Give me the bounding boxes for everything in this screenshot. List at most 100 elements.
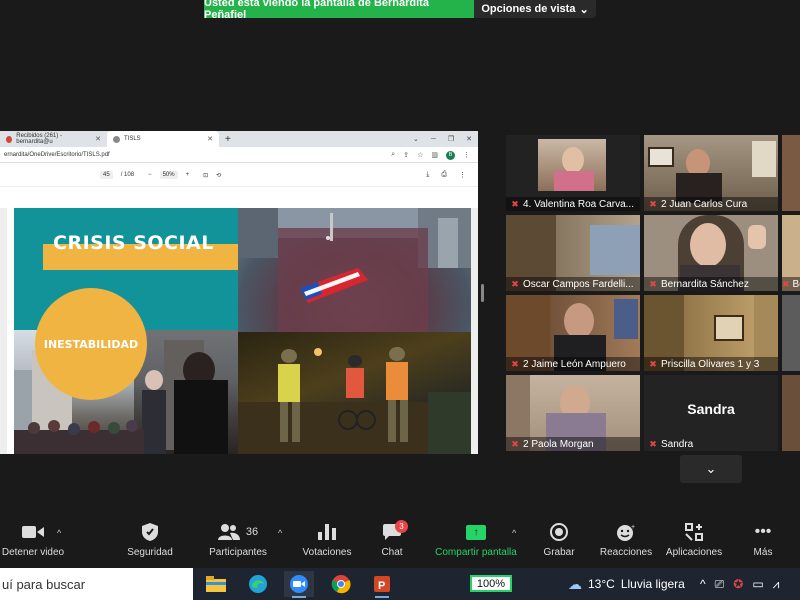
share-icon[interactable]: ⇪ (403, 151, 409, 159)
bar-chart-icon (318, 520, 336, 544)
participant-tile-active-speaker[interactable]: ✖ Bernardita Sánchez (644, 215, 778, 291)
screen-share-banner: Usted está viendo la pantalla de Bernard… (204, 0, 596, 21)
participant-tile[interactable]: ✖ Priscilla Olivares 1 y 3 (644, 295, 778, 371)
browser-tab-mail[interactable]: Recibidos (261) - bernardita@u ✕ (0, 131, 107, 147)
chat-label: Chat (381, 547, 403, 558)
shared-screen[interactable]: Recibidos (261) - bernardita@u ✕ TISLS ✕… (0, 131, 478, 454)
participant-tile[interactable] (782, 295, 800, 371)
chevron-down-icon: ⌄ (705, 461, 717, 476)
wifi-icon[interactable]: ⩘ (773, 577, 780, 592)
battery-percentage: 100% (476, 577, 506, 590)
record-button[interactable]: Grabar (538, 520, 580, 568)
participant-video (782, 295, 800, 371)
star-icon[interactable]: ☆ (417, 151, 423, 159)
more-button[interactable]: ••• Más (748, 520, 778, 568)
minimize-icon[interactable]: ─ (431, 136, 436, 143)
search-icon[interactable]: ⌕ (391, 151, 395, 159)
address-bar[interactable]: ernardita/OneDrive/Escritorio/TISLS.pdf … (0, 147, 478, 163)
address-bar-icons: ⌕ ⇪ ☆ ▥ B ⋮ (391, 147, 470, 163)
soldiers-night-photo (238, 332, 471, 454)
security-alert-icon[interactable]: ✪ (733, 577, 743, 591)
security-button[interactable]: Seguridad (120, 520, 180, 568)
zoom-level-input[interactable]: 50% (159, 171, 178, 179)
weather-widget[interactable]: ☁ 13°C Lluvia ligera (568, 568, 685, 600)
reactions-label: Reacciones (599, 547, 653, 558)
participant-tile[interactable]: ✖ 2 Paola Morgan (506, 375, 640, 451)
participant-tile[interactable]: ✖ Oscar Campos Fardelli... (506, 215, 640, 291)
zoom-out-icon[interactable]: − (148, 172, 152, 178)
participants-options-caret-icon[interactable]: ^ (278, 528, 282, 538)
protest-crowd-photo (238, 208, 471, 332)
share-screen-button[interactable]: ↑ Compartir pantalla (430, 520, 522, 568)
gallery-next-page-button[interactable]: ⌄ (680, 455, 742, 483)
chevron-up-icon[interactable]: ^ (700, 577, 706, 591)
share-screen-icon: ↑ (466, 520, 486, 544)
windows-taskbar: uí para buscar P 100% ☁ 13°C Lluvia lige… (0, 568, 800, 600)
chrome-browser-icon[interactable] (326, 571, 356, 597)
taskbar-search-input[interactable]: uí para buscar (0, 568, 193, 600)
battery-indicator[interactable]: 100% (470, 575, 512, 592)
participant-name: 2 Paola Morgan (523, 438, 594, 450)
kebab-menu-icon[interactable]: ⋮ (459, 171, 466, 179)
participant-name: 2 Jaime León Ampuero (523, 358, 626, 370)
view-options-button[interactable]: Opciones de vista ⌄ (474, 0, 596, 18)
rotate-icon[interactable]: ⟲ (216, 172, 221, 179)
view-options-label: Opciones de vista (481, 3, 576, 15)
battery-icon[interactable]: ▭ (752, 577, 763, 591)
video-options-caret-icon[interactable]: ^ (57, 528, 61, 538)
reactions-button[interactable]: + Reacciones (598, 520, 654, 568)
participants-label: Participantes (209, 547, 267, 558)
kebab-menu-icon[interactable]: ⋮ (463, 151, 470, 159)
file-explorer-icon[interactable] (201, 571, 231, 597)
participants-button[interactable]: 36 Participantes (204, 520, 272, 568)
microphone-muted-icon: ✖ (782, 278, 790, 289)
participant-tile[interactable]: Sandra ✖ Sandra (644, 375, 778, 451)
participant-tile[interactable]: ✖ 4. Valentina Roa Carva... (506, 135, 640, 211)
shield-icon (142, 520, 158, 544)
split-view-handle[interactable] (481, 284, 484, 302)
crowd-illustration (238, 208, 471, 332)
camera-privacy-icon[interactable]: ⎚ (715, 577, 725, 592)
participant-tile[interactable] (782, 135, 800, 211)
close-icon[interactable]: ✕ (95, 135, 101, 143)
fit-page-icon[interactable]: ⊡ (203, 172, 208, 179)
microphone-muted-icon: ✖ (649, 198, 657, 209)
smiley-icon: + (616, 520, 636, 544)
chevron-down-icon[interactable]: ⌄ (413, 135, 419, 143)
participant-name: Be (792, 278, 800, 290)
maximize-icon[interactable]: ❐ (448, 135, 454, 143)
sharing-status-text: Usted está viendo la pantalla de Bernard… (204, 0, 474, 21)
participant-tile[interactable]: ✖ 2 Juan Carlos Cura (644, 135, 778, 211)
zoom-in-icon[interactable]: + (186, 172, 190, 178)
slide-circle-text: INESTABILIDAD (43, 337, 139, 351)
chat-unread-badge: 3 (395, 520, 408, 533)
sidepanel-icon[interactable]: ▥ (431, 151, 438, 159)
participant-tile[interactable]: ✖Be (782, 215, 800, 291)
weather-description: Lluvia ligera (620, 577, 685, 591)
new-tab-button[interactable]: + (219, 131, 237, 147)
chat-button[interactable]: 3 Chat (372, 520, 412, 568)
zoom-app-icon[interactable] (284, 571, 314, 598)
profile-avatar[interactable]: B (446, 150, 455, 160)
pdf-scrollbar[interactable] (471, 208, 478, 454)
participant-tile[interactable] (782, 375, 800, 451)
close-icon[interactable]: ✕ (466, 135, 472, 143)
apps-button[interactable]: Aplicaciones (662, 520, 726, 568)
search-placeholder: uí para buscar (2, 576, 86, 592)
powerpoint-icon[interactable]: P (367, 571, 397, 598)
participant-name: 4. Valentina Roa Carva... (523, 198, 634, 210)
browser-tab-pdf[interactable]: TISLS ✕ (107, 131, 219, 147)
download-icon[interactable]: ⤓ (426, 171, 429, 179)
edge-browser-icon[interactable] (243, 571, 273, 597)
share-screen-label: Compartir pantalla (435, 547, 517, 558)
participant-tile[interactable]: ✖ 2 Jaime León Ampuero (506, 295, 640, 371)
mail-favicon-icon (6, 135, 13, 143)
pdf-thumbnail-strip[interactable] (0, 208, 7, 454)
share-options-caret-icon[interactable]: ^ (512, 528, 516, 538)
more-label: Más (753, 547, 773, 558)
print-icon[interactable]: ⎙ (441, 171, 447, 179)
close-icon[interactable]: ✕ (207, 135, 213, 143)
polls-button[interactable]: Votaciones (298, 520, 356, 568)
page-total: / 108 (120, 172, 135, 178)
page-number-input[interactable]: 45 (100, 171, 113, 179)
